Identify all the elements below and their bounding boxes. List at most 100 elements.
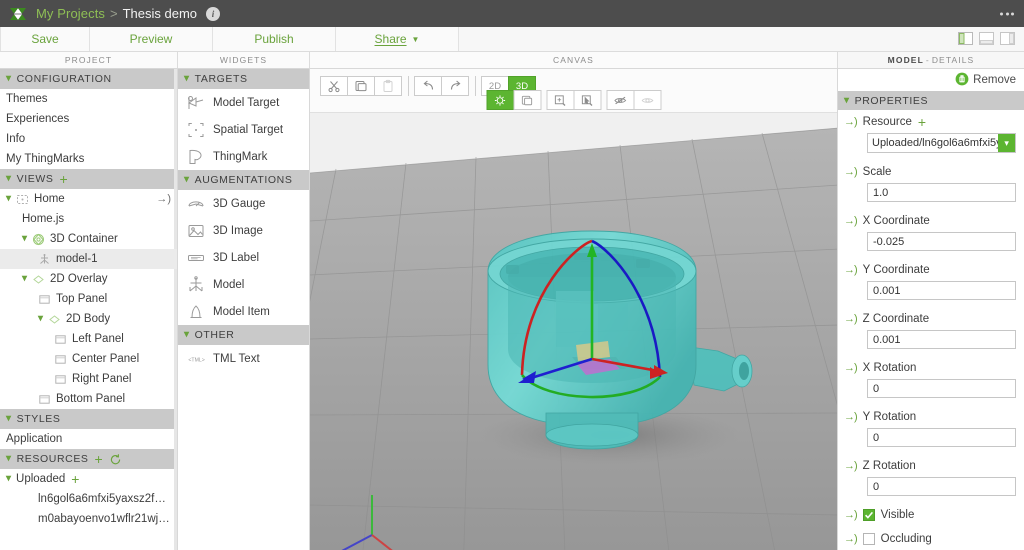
preview-button[interactable]: Preview [90, 27, 213, 51]
link-arrow-icon[interactable]: →) [156, 193, 171, 205]
widget-item-spatial-target[interactable]: Spatial Target [178, 116, 309, 143]
x-coordinate-input[interactable]: -0.025 [867, 232, 1016, 251]
tree-item-2d-body[interactable]: ▾ 2D Body [0, 309, 177, 329]
paste-button[interactable] [374, 76, 402, 96]
binding-arrow-icon[interactable]: →) [844, 166, 858, 178]
properties-section-header[interactable]: ▾ PROPERTIES [838, 91, 1024, 110]
widget-item-3d-image[interactable]: 3D Image [178, 217, 309, 244]
layers-icon[interactable] [513, 90, 541, 110]
tree-item-model-1[interactable]: model-1 [0, 249, 177, 269]
widget-item-model-target[interactable]: Model Target [178, 89, 309, 116]
project-section-styles[interactable]: ▾ STYLES [0, 409, 177, 429]
chevron-down-icon[interactable]: ▾ [38, 314, 43, 324]
tree-item-bottom-panel[interactable]: Bottom Panel [0, 389, 177, 409]
canvas-viewport[interactable]: z x [310, 113, 837, 550]
tree-item-left-panel[interactable]: Left Panel [0, 329, 177, 349]
copy-button[interactable] [347, 76, 375, 96]
tree-item-right-panel[interactable]: Right Panel [0, 369, 177, 389]
chevron-down-icon[interactable]: ▾ [22, 234, 27, 244]
tree-item-themes[interactable]: Themes [0, 89, 177, 109]
zoom-cursor-icon[interactable] [573, 90, 601, 110]
z-rotation-input[interactable]: 0 [867, 477, 1016, 496]
project-section-resources[interactable]: ▾ RESOURCES + [0, 449, 177, 469]
project-section-configuration[interactable]: ▾ CONFIGURATION [0, 69, 177, 89]
layout-right-panel-toggle[interactable] [999, 30, 1016, 47]
binding-arrow-icon[interactable]: →) [844, 264, 858, 276]
tree-item-label: model-1 [56, 253, 98, 265]
widget-group-targets[interactable]: ▾ TARGETS [178, 69, 309, 89]
chevron-down-icon[interactable]: ▾ [6, 474, 11, 484]
x-rotation-input[interactable]: 0 [867, 379, 1016, 398]
tree-item-uploaded[interactable]: ▾ Uploaded + [0, 469, 177, 489]
widget-item-3d-label[interactable]: 3D Label [178, 244, 309, 271]
tree-item-home-js[interactable]: Home.js [0, 209, 177, 229]
widget-item-thingmark[interactable]: ThingMark [178, 143, 309, 170]
remove-button[interactable]: Remove [973, 74, 1016, 86]
visible-checkbox[interactable] [862, 509, 875, 521]
add-icon[interactable]: + [95, 452, 104, 466]
occluding-checkbox[interactable] [862, 533, 875, 545]
redo-button[interactable] [441, 76, 469, 96]
tree-item-experiences[interactable]: Experiences [0, 109, 177, 129]
tree-item-top-panel[interactable]: Top Panel [0, 289, 177, 309]
add-resource-icon[interactable]: + [918, 115, 926, 129]
layout-left-panel-toggle[interactable] [957, 30, 974, 47]
binding-arrow-icon[interactable]: →) [844, 215, 858, 227]
share-button[interactable]: Share ▼ [336, 27, 459, 51]
gear-target-icon[interactable] [486, 90, 514, 110]
tree-item-2d-overlay[interactable]: ▾ 2D Overlay [0, 269, 177, 289]
binding-arrow-icon[interactable]: →) [844, 411, 858, 423]
chevron-down-icon[interactable]: ▾ [22, 274, 27, 284]
y-rotation-input[interactable]: 0 [867, 428, 1016, 447]
widget-group-augmentations[interactable]: ▾ AUGMENTATIONS [178, 170, 309, 190]
tree-item-my-thingmarks[interactable]: My ThingMarks [0, 149, 177, 169]
tree-item-label: Info [6, 133, 26, 145]
eye-slash-icon[interactable] [606, 90, 634, 110]
ptc-diamond-logo[interactable] [8, 5, 28, 23]
widget-item-model-item[interactable]: Model Item [178, 298, 309, 325]
save-button[interactable]: Save [0, 27, 90, 51]
remove-bar: Remove [838, 69, 1024, 91]
widget-item-label: Model [213, 278, 245, 291]
field-occluding[interactable]: →) Occluding [838, 527, 1024, 550]
zoom-fit-icon[interactable] [546, 90, 574, 110]
z-coordinate-input[interactable]: 0.001 [867, 330, 1016, 349]
eye-icon[interactable] [633, 90, 661, 110]
chevron-down-icon[interactable]: ▾ [998, 134, 1015, 152]
cut-button[interactable] [320, 76, 348, 96]
info-icon[interactable]: i [206, 6, 221, 21]
tree-item-info[interactable]: Info [0, 129, 177, 149]
more-options-icon[interactable] [1000, 12, 1014, 15]
binding-arrow-icon[interactable]: →) [844, 533, 858, 545]
tree-item-home[interactable]: ▾ Home →) [0, 189, 177, 209]
binding-arrow-icon[interactable]: →) [844, 460, 858, 472]
binding-arrow-icon[interactable]: →) [844, 509, 858, 521]
tree-item-m0abayoenvo1wflr21wjzmy[interactable]: m0abayoenvo1wflr21wjzmy... [0, 509, 177, 529]
widget-item-3d-gauge[interactable]: 3D Gauge [178, 190, 309, 217]
add-icon[interactable]: + [59, 172, 68, 186]
tree-item-ln6gol6a6mfxi5yaxsz2fkkxl[interactable]: ln6gol6a6mfxi5yaxsz2fkkxl.... [0, 489, 177, 509]
project-section-views[interactable]: ▾ VIEWS + [0, 169, 177, 189]
scale-input[interactable]: 1.0 [867, 183, 1016, 202]
refresh-icon[interactable] [109, 453, 122, 466]
resource-select[interactable]: Uploaded/ln6gol6a6mfxi5y... ▾ [867, 133, 1016, 153]
tree-item-application[interactable]: Application [0, 429, 177, 449]
undo-button[interactable] [414, 76, 442, 96]
add-resource-icon[interactable]: + [71, 472, 79, 486]
tree-item-center-panel[interactable]: Center Panel [0, 349, 177, 369]
binding-arrow-icon[interactable]: →) [844, 116, 858, 128]
tree-item-3d-container[interactable]: ▾ 3D Container [0, 229, 177, 249]
publish-button[interactable]: Publish [213, 27, 336, 51]
trash-icon[interactable] [955, 72, 969, 89]
binding-arrow-icon[interactable]: →) [844, 362, 858, 374]
y-coordinate-input[interactable]: 0.001 [867, 281, 1016, 300]
widget-group-other[interactable]: ▾ OTHER [178, 325, 309, 345]
chevron-down-icon[interactable]: ▾ [6, 194, 11, 204]
widget-item-tml-text[interactable]: <TML> TML Text [178, 345, 309, 372]
widget-item-model[interactable]: Model [178, 271, 309, 298]
chevron-down-icon: ▾ [6, 453, 12, 464]
layout-bottom-panel-toggle[interactable] [978, 30, 995, 47]
field-visible[interactable]: →) Visible [838, 503, 1024, 527]
binding-arrow-icon[interactable]: →) [844, 313, 858, 325]
breadcrumb-my-projects[interactable]: My Projects [36, 6, 105, 21]
